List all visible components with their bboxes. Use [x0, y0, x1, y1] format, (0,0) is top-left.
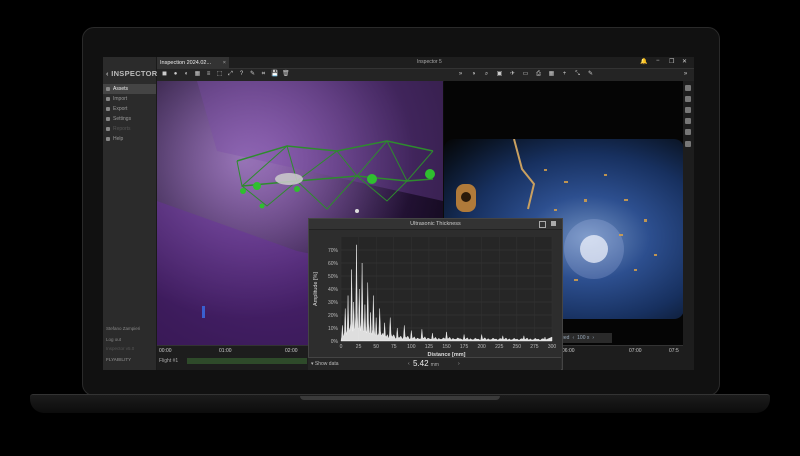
- y-axis-label: Amplitude [%]: [313, 272, 319, 306]
- window-title: Inspector 5: [417, 59, 442, 65]
- export-icon: [106, 107, 110, 111]
- x-tick-label: 25: [356, 344, 362, 350]
- popout-icon[interactable]: [539, 221, 546, 228]
- timeline-tick: 00:00: [159, 348, 172, 354]
- logout-link[interactable]: Log out: [106, 337, 121, 342]
- box-icon[interactable]: ⬚: [216, 71, 223, 78]
- grid-icon[interactable]: ▦: [194, 71, 201, 78]
- frame-icon[interactable]: ▭: [522, 71, 529, 78]
- timeline-tick: 02:00: [285, 348, 298, 354]
- sidebar-item-assets[interactable]: Assets: [103, 84, 156, 94]
- dock-icon[interactable]: [551, 221, 556, 226]
- trash-icon[interactable]: 🗑: [282, 71, 290, 78]
- forward-icon[interactable]: »: [457, 71, 464, 78]
- x-tick-label: 75: [391, 344, 397, 350]
- user-name[interactable]: Stefano Zampieri: [106, 326, 140, 331]
- chevron-right-icon[interactable]: ›: [592, 335, 594, 341]
- sidebar-item-import[interactable]: Import: [103, 94, 156, 104]
- snapshot-icon[interactable]: ⎙: [535, 71, 542, 78]
- company-logo: FLYABILITY: [106, 357, 132, 362]
- y-tick-label: 70%: [328, 248, 339, 254]
- x-tick-label: 0: [340, 344, 343, 350]
- bell-icon[interactable]: 🔔: [640, 58, 647, 65]
- cube-icon[interactable]: ◼: [161, 71, 168, 78]
- x-tick-label: 275: [530, 344, 539, 350]
- y-tick-label: 40%: [328, 287, 339, 293]
- sidebar-item-reports[interactable]: Reports: [103, 124, 156, 134]
- timeline-tick: 07:5: [669, 348, 679, 354]
- y-tick-label: 50%: [328, 274, 339, 280]
- settings-icon: [106, 117, 110, 121]
- chevron-left-icon[interactable]: ‹: [572, 335, 574, 341]
- crosshair-icon[interactable]: +: [561, 71, 568, 78]
- version-label: Inspector v5.0: [106, 346, 135, 351]
- grid-icon[interactable]: ▦: [548, 71, 555, 78]
- contrast-icon[interactable]: ◑: [470, 71, 477, 78]
- show-data-toggle[interactable]: ▾ Show data: [311, 361, 339, 367]
- next-measure-icon[interactable]: ›: [458, 361, 460, 367]
- tab-bar: Inspection 2024.02... × Inspector 5 🔔 − …: [157, 57, 694, 69]
- download-icon[interactable]: [685, 129, 691, 135]
- thickness-value: 5.42 mm: [413, 359, 439, 368]
- ultrasonic-chart: 0% 10% 20% 30% 40% 50% 60% 70% 0 25 50 75 100 125 150 1…: [313, 237, 557, 357]
- close-window-icon[interactable]: ✕: [682, 58, 687, 65]
- x-tick-label: 175: [460, 344, 469, 350]
- y-tick-label: 0%: [331, 339, 339, 345]
- sidebar-item-help[interactable]: Help: [103, 134, 156, 144]
- zoom-icon[interactable]: ⌕: [483, 71, 490, 78]
- pen-icon[interactable]: ✎: [249, 71, 256, 78]
- x-tick-label: 150: [442, 344, 451, 350]
- layers-icon[interactable]: ≡: [205, 71, 212, 78]
- sidebar: ‹ INSPECTOR Assets Import Export Settings Re…: [103, 57, 157, 370]
- minimize-icon[interactable]: −: [656, 58, 660, 64]
- ultrasonic-panel: Ultrasonic Thickness 0% 10% 20% 30% 40% 50% 60…: [308, 218, 563, 370]
- x-tick-label: 300: [548, 344, 557, 350]
- brand-title[interactable]: ‹ INSPECTOR: [106, 69, 158, 78]
- x-tick-label: 200: [477, 344, 486, 350]
- y-tick-label: 10%: [328, 326, 339, 332]
- sidebar-item-settings[interactable]: Settings: [103, 114, 156, 124]
- x-tick-label: 225: [495, 344, 504, 350]
- save-icon[interactable]: 💾: [271, 71, 278, 78]
- drone-icon[interactable]: ✈: [509, 71, 516, 78]
- reports-icon: [106, 127, 110, 131]
- restore-icon[interactable]: ❐: [669, 58, 674, 65]
- help-icon[interactable]: ?: [238, 71, 245, 78]
- assets-icon: [106, 87, 110, 91]
- transform-icon[interactable]: ⤢: [227, 71, 234, 78]
- prev-measure-icon[interactable]: ‹: [408, 361, 410, 367]
- x-tick-label: 125: [425, 344, 434, 350]
- timeline-tick: 07:00: [629, 348, 642, 354]
- laptop-notch: [300, 396, 500, 400]
- more-icon[interactable]: »: [682, 71, 689, 78]
- measure-icon[interactable]: ⤡: [574, 71, 581, 78]
- right-toolbar: [683, 81, 694, 370]
- pencil-icon[interactable]: ✎: [587, 71, 594, 78]
- drone-icon[interactable]: [685, 141, 691, 147]
- x-tick-label: 250: [513, 344, 522, 350]
- x-tick-label: 100: [407, 344, 416, 350]
- crop-icon[interactable]: ⌗: [260, 71, 267, 78]
- sphere-alt-icon[interactable]: ◐: [183, 71, 190, 78]
- camera-icon[interactable]: ▣: [496, 71, 503, 78]
- timeline-tick: 06:00: [562, 348, 575, 354]
- x-tick-label: 50: [373, 344, 379, 350]
- tab-inspection[interactable]: Inspection 2024.02... ×: [157, 57, 229, 68]
- document-icon[interactable]: [685, 118, 691, 124]
- import-icon: [106, 97, 110, 101]
- layers-icon[interactable]: [685, 96, 691, 102]
- flight-label: Flight #1: [159, 358, 179, 364]
- app-screen: ‹ INSPECTOR Assets Import Export Settings Re…: [103, 57, 694, 370]
- close-tab-icon[interactable]: ×: [223, 60, 226, 66]
- sidebar-item-export[interactable]: Export: [103, 104, 156, 114]
- sphere-icon[interactable]: ●: [172, 71, 179, 78]
- info-icon[interactable]: [685, 85, 691, 91]
- timeline-tick: 01:00: [219, 348, 232, 354]
- y-tick-label: 20%: [328, 313, 339, 319]
- flight-track[interactable]: [187, 358, 307, 364]
- shield-icon[interactable]: [685, 107, 691, 113]
- y-tick-label: 30%: [328, 300, 339, 306]
- y-tick-label: 60%: [328, 261, 339, 267]
- help-icon: [106, 137, 110, 141]
